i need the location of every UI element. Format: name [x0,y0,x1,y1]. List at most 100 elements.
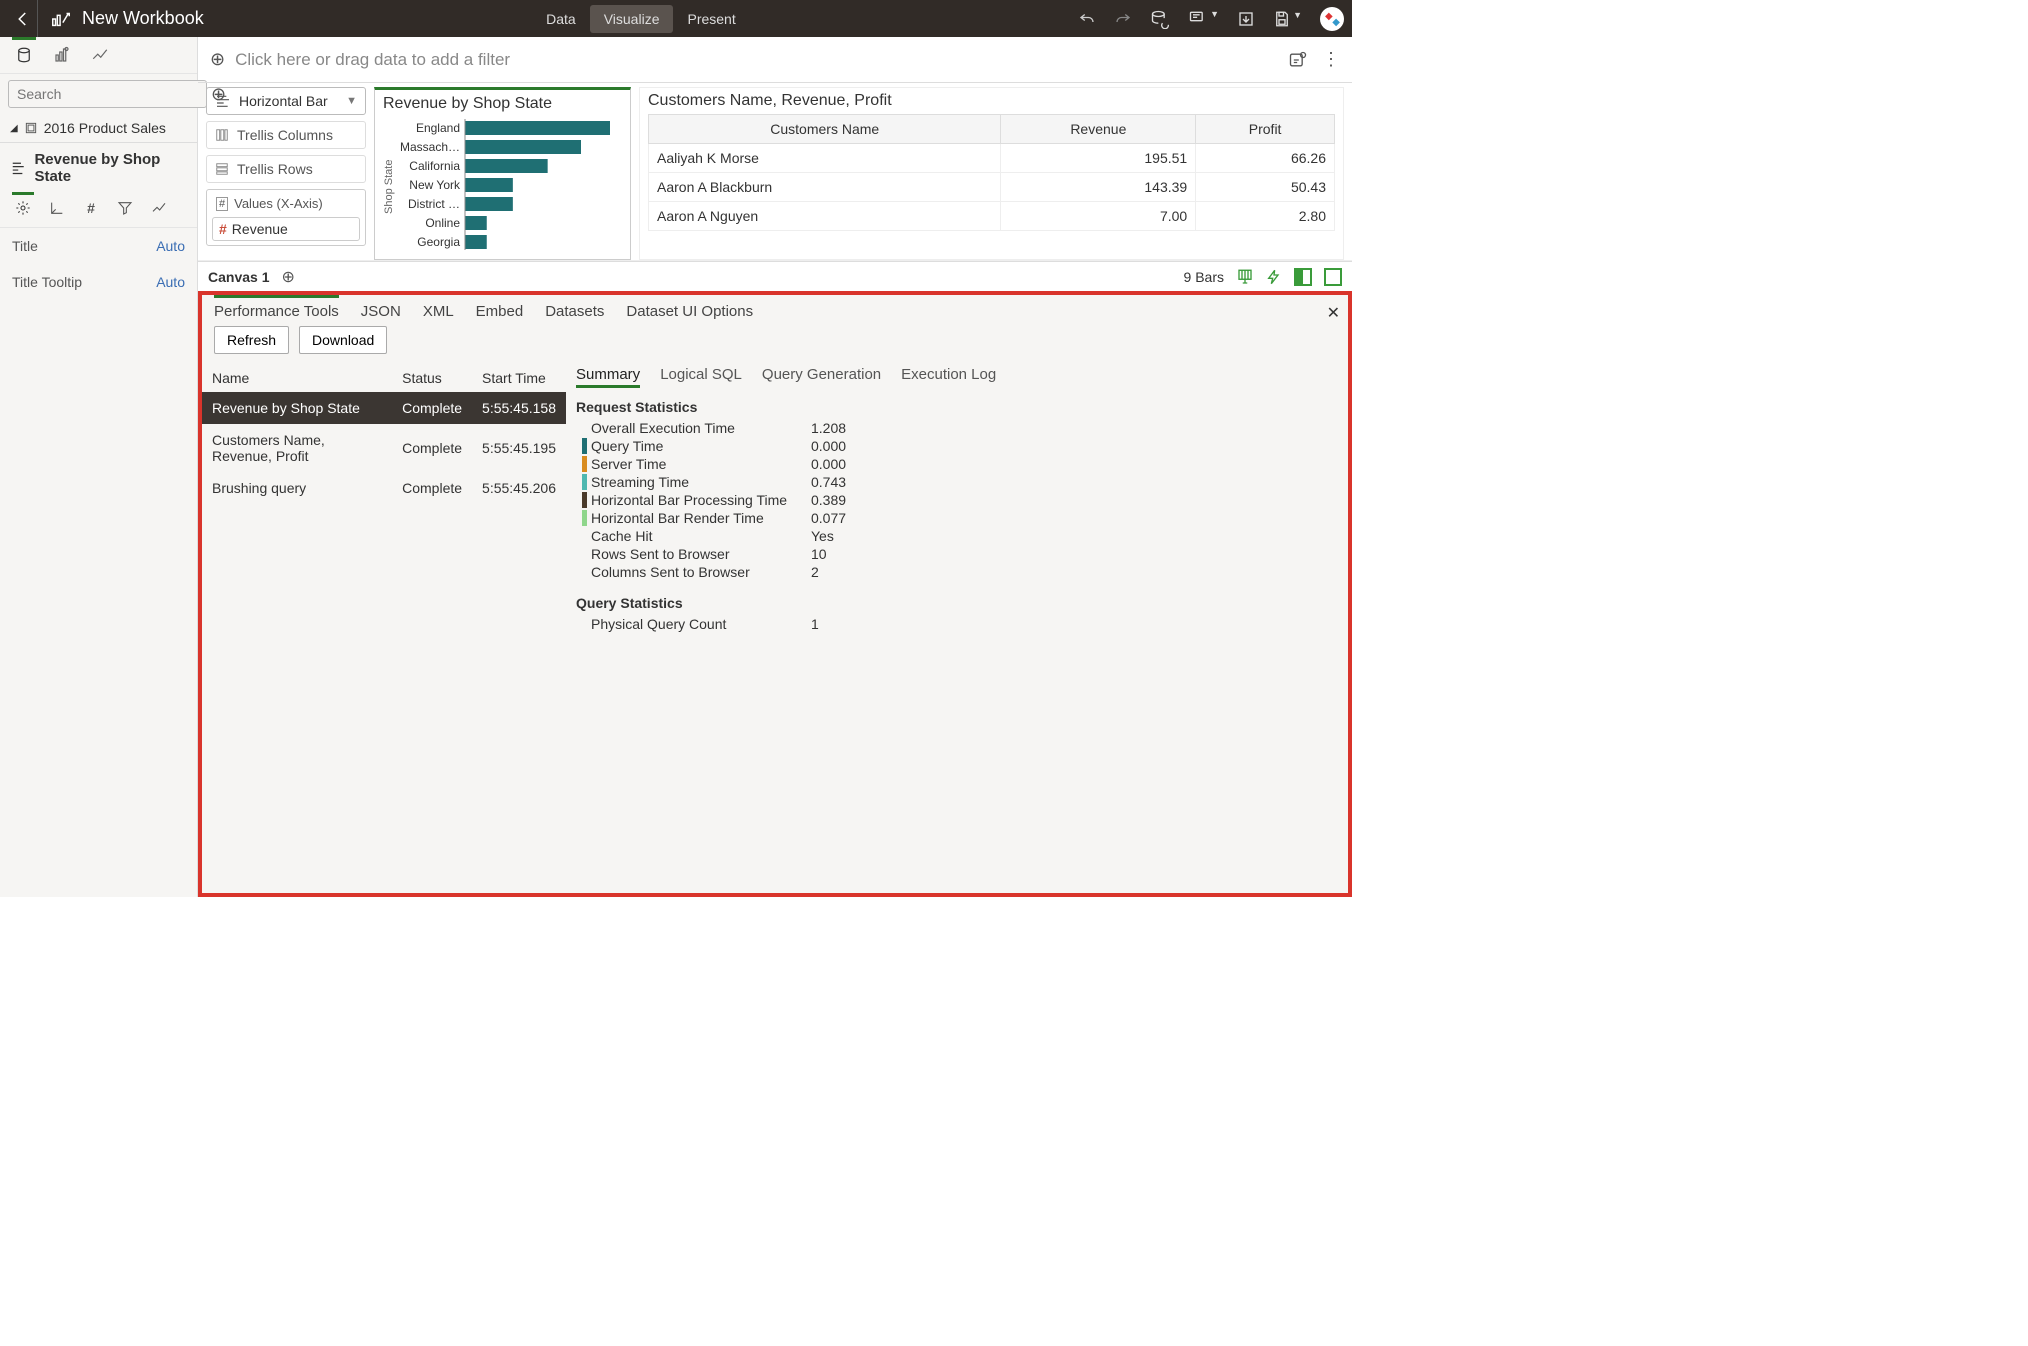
auto-insights-icon[interactable] [1288,50,1308,70]
config-tab-values[interactable]: # [80,197,102,219]
perf-subtab[interactable]: Query Generation [762,366,881,385]
config-tab-filter[interactable] [114,197,136,219]
grammar-panel: Horizontal Bar ▼ Trellis Columns Trellis… [206,87,366,260]
prop-tooltip-value: Auto [156,274,185,290]
prop-tooltip[interactable]: Title Tooltip Auto [0,264,197,300]
chart-type-selector[interactable]: Horizontal Bar ▼ [206,87,366,115]
table-row[interactable]: Aaron A Nguyen7.002.80 [649,202,1335,231]
perf-tab[interactable]: XML [423,303,454,320]
config-tab-axis[interactable] [46,197,68,219]
redo-icon[interactable] [1114,10,1132,28]
refresh-data-icon[interactable] [1150,9,1170,29]
table-header[interactable]: Revenue [1001,115,1196,144]
values-shelf[interactable]: # Values (X-Axis) # Revenue [206,189,366,246]
perf-tab[interactable]: Embed [476,303,524,320]
stat-row: Overall Execution Time1.208 [576,419,1338,437]
add-filter-button[interactable]: ⊕ [210,49,225,70]
perf-tab[interactable]: Performance Tools [214,303,339,320]
chart-type-label: Horizontal Bar [239,93,328,109]
stat-row: Cache HitYes [576,527,1338,545]
back-button[interactable] [8,0,38,37]
stat-row: Horizontal Bar Processing Time0.389 [576,491,1338,509]
table-row[interactable]: Aaron A Blackburn143.3950.43 [649,173,1335,202]
config-tab-analytics[interactable] [148,197,170,219]
svg-text:Massach…: Massach… [400,140,460,154]
dataset-row[interactable]: ◢ 2016 Product Sales [0,114,197,142]
bolt-icon[interactable] [1266,268,1282,286]
svg-text:Online: Online [425,216,460,230]
table-title: Customers Name, Revenue, Profit [648,92,1335,110]
table-header[interactable]: Customers Name [649,115,1001,144]
perf-list-row[interactable]: Customers Name, Revenue, ProfitComplete5… [202,424,566,472]
svg-text:Georgia: Georgia [417,235,460,249]
trellis-cols-label: Trellis Columns [237,127,333,143]
layout-split-button[interactable] [1294,268,1312,286]
chart-title: Revenue by Shop State [383,95,622,113]
save-icon[interactable]: ▼ [1273,10,1302,28]
trellis-rows-shelf[interactable]: Trellis Rows [206,155,366,183]
measure-pill-revenue[interactable]: # Revenue [212,217,360,241]
chart-svg: EnglandMassach…CaliforniaNew YorkDistric… [395,117,622,257]
stat-row: Horizontal Bar Render Time0.077 [576,509,1338,527]
filter-bar: ⊕ Click here or drag data to add a filte… [198,37,1352,83]
config-tab-general[interactable] [12,197,34,219]
top-bar: New Workbook Data Visualize Present ▼ ▼ [0,0,1352,37]
measure-label: Revenue [232,221,288,237]
dataset-name: 2016 Product Sales [44,120,166,136]
tab-data[interactable]: Data [532,5,590,33]
left-tab-analytics[interactable] [88,43,112,67]
tab-present[interactable]: Present [673,5,749,33]
more-menu-icon[interactable]: ⋮ [1322,49,1340,70]
tab-visualize[interactable]: Visualize [590,5,674,33]
data-table: Customers NameRevenueProfit Aaliyah K Mo… [648,114,1335,231]
perf-list-row[interactable]: Revenue by Shop StateComplete5:55:45.158 [202,392,566,424]
apply-icon[interactable] [1236,268,1254,286]
undo-icon[interactable] [1078,10,1096,28]
left-tab-data[interactable] [12,43,36,67]
perf-tab[interactable]: Datasets [545,303,604,320]
prop-title-value: Auto [156,238,185,254]
svg-text:New York: New York [409,178,461,192]
bars-count: 9 Bars [1184,269,1224,285]
canvas-name[interactable]: Canvas 1 [208,269,269,285]
download-button[interactable]: Download [299,326,387,354]
trellis-columns-shelf[interactable]: Trellis Columns [206,121,366,149]
perf-list-header: Name [202,364,392,392]
close-button[interactable]: ✕ [1327,303,1340,323]
layout-single-button[interactable] [1324,268,1342,286]
perf-detail: Summary Logical SQL Query Generation Execut… [566,364,1348,893]
perf-subtab[interactable]: Execution Log [901,366,996,385]
chart-panel[interactable]: Revenue by Shop State Shop State England… [374,87,631,260]
table-row[interactable]: Aaliyah K Morse195.5166.26 [649,144,1335,173]
workbook-icon [50,8,72,30]
svg-text:District …: District … [408,197,460,211]
prop-title[interactable]: Title Auto [0,228,197,264]
add-canvas-button[interactable]: ⊕ [281,267,294,287]
perf-list-header: Start Time [472,364,566,392]
content-area: ⊕ Click here or drag data to add a filte… [198,37,1352,897]
left-tab-viz[interactable] [50,43,74,67]
perf-tab[interactable]: Dataset UI Options [626,303,753,320]
perf-tab[interactable]: JSON [361,303,401,320]
search-input[interactable] [8,80,207,108]
user-avatar[interactable] [1320,7,1344,31]
perf-subtab[interactable]: Summary [576,366,640,385]
stat-row: Server Time0.000 [576,455,1338,473]
table-panel[interactable]: Customers Name, Revenue, Profit Customer… [639,87,1344,260]
stat-row: Rows Sent to Browser10 [576,545,1338,563]
measure-icon: # [219,221,227,237]
perf-list-row[interactable]: Brushing queryComplete5:55:45.206 [202,472,566,504]
comments-icon[interactable]: ▼ [1188,9,1219,29]
stat-row: Streaming Time0.743 [576,473,1338,491]
refresh-button[interactable]: Refresh [214,326,289,354]
perf-subtab[interactable]: Logical SQL [660,366,742,385]
trellis-rows-label: Trellis Rows [237,161,313,177]
stat-row: Physical Query Count1 [576,615,1338,633]
filter-prompt[interactable]: Click here or drag data to add a filter [235,50,510,70]
export-icon[interactable] [1237,10,1255,28]
mode-tabs: Data Visualize Present [532,5,750,33]
workbook-title: New Workbook [82,8,204,29]
prop-title-label: Title [12,238,38,254]
table-header[interactable]: Profit [1196,115,1335,144]
request-stats-heading: Request Statistics [576,399,1338,415]
